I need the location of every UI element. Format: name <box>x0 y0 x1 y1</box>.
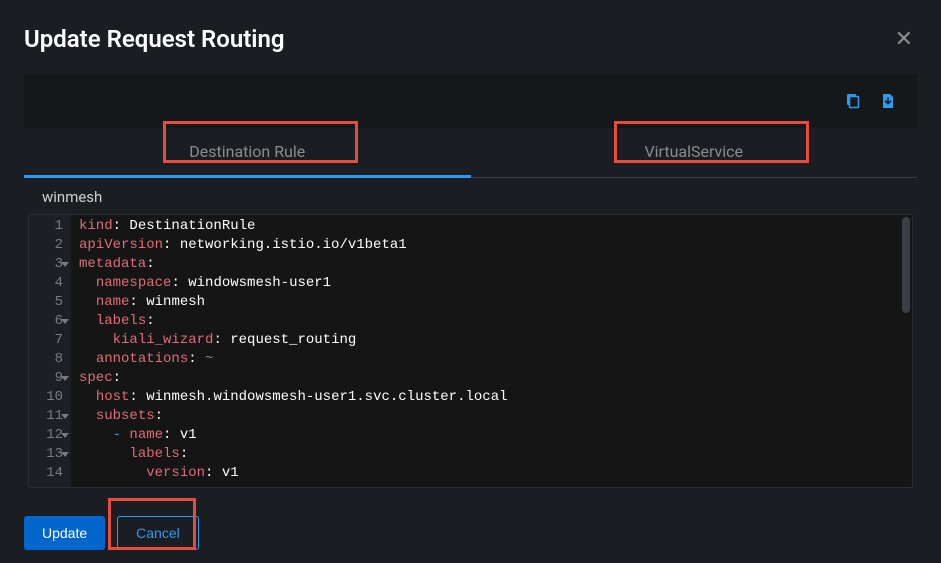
download-icon[interactable] <box>879 92 897 110</box>
resource-name: winmesh <box>24 178 917 214</box>
code-line: metadata: <box>79 255 904 274</box>
code-line: apiVersion: networking.istio.io/v1beta1 <box>79 236 904 255</box>
toolbar <box>24 74 917 128</box>
gutter-line: 10 <box>29 388 63 407</box>
modal-header: Update Request Routing ✕ <box>24 24 917 54</box>
code-line: annotations: ~ <box>79 350 904 369</box>
tab-virtual-service[interactable]: VirtualService <box>471 128 918 177</box>
update-button[interactable]: Update <box>24 516 105 550</box>
gutter-line: 1 <box>29 217 63 236</box>
editor-gutter: 1234567891011121314 <box>29 215 71 487</box>
gutter-line: 7 <box>29 331 63 350</box>
editor-code[interactable]: kind: DestinationRuleapiVersion: network… <box>71 215 912 487</box>
code-line: labels: <box>79 312 904 331</box>
tab-label: VirtualService <box>644 142 743 161</box>
gutter-line: 4 <box>29 274 63 293</box>
gutter-line: 3 <box>29 255 63 274</box>
code-line: kind: DestinationRule <box>79 217 904 236</box>
code-line: labels: <box>79 445 904 464</box>
modal-container: Update Request Routing ✕ Destination Rul… <box>0 0 941 563</box>
code-line: subsets: <box>79 407 904 426</box>
close-button[interactable]: ✕ <box>891 24 917 54</box>
tabs: Destination Rule VirtualService <box>24 128 917 178</box>
tab-destination-rule[interactable]: Destination Rule <box>24 128 471 178</box>
gutter-line: 12 <box>29 426 63 445</box>
gutter-line: 14 <box>29 464 63 483</box>
code-line: spec: <box>79 369 904 388</box>
code-line: namespace: windowsmesh-user1 <box>79 274 904 293</box>
code-line: name: winmesh <box>79 293 904 312</box>
modal-footer: Update Cancel <box>24 488 917 550</box>
cancel-button[interactable]: Cancel <box>117 516 199 550</box>
modal-title: Update Request Routing <box>24 25 285 53</box>
copy-icon[interactable] <box>843 92 861 110</box>
gutter-line: 6 <box>29 312 63 331</box>
scrollbar-thumb[interactable] <box>902 217 910 313</box>
gutter-line: 8 <box>29 350 63 369</box>
code-line: version: v1 <box>79 464 904 483</box>
gutter-line: 5 <box>29 293 63 312</box>
code-line: kiali_wizard: request_routing <box>79 331 904 350</box>
yaml-editor[interactable]: 1234567891011121314 kind: DestinationRul… <box>28 214 913 488</box>
gutter-line: 2 <box>29 236 63 255</box>
gutter-line: 13 <box>29 445 63 464</box>
code-line: host: winmesh.windowsmesh-user1.svc.clus… <box>79 388 904 407</box>
tab-label: Destination Rule <box>189 142 305 161</box>
gutter-line: 11 <box>29 407 63 426</box>
gutter-line: 9 <box>29 369 63 388</box>
code-line: - name: v1 <box>79 426 904 445</box>
close-icon: ✕ <box>895 26 913 51</box>
